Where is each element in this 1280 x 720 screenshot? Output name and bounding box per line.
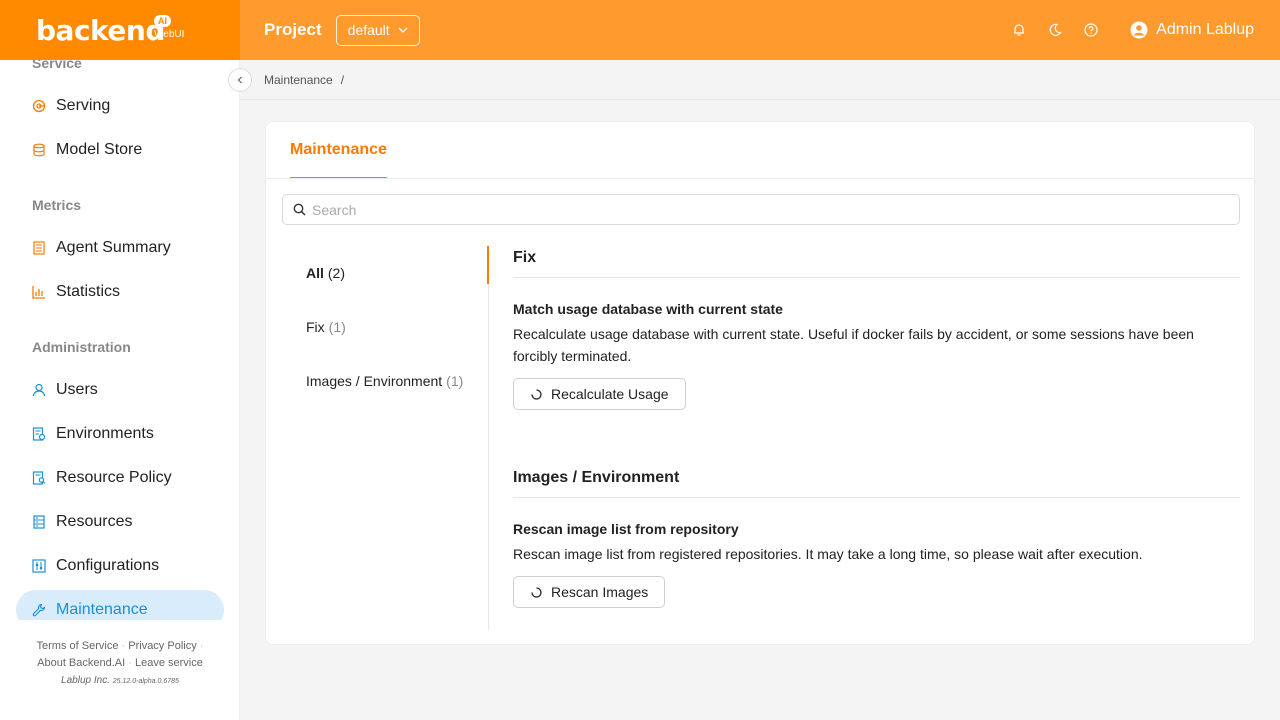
version-text: 25.12.0-alpha.0.6785	[112, 678, 179, 685]
filter-label: Images / Environment	[306, 373, 443, 389]
card-divider	[266, 178, 1254, 179]
sliders-icon	[32, 559, 46, 573]
sidebar-item-serving[interactable]: Serving	[16, 86, 224, 126]
user-avatar-icon	[1130, 21, 1148, 39]
logo-text: backend	[36, 13, 165, 47]
filter-count: (2)	[327, 265, 346, 281]
sidebar-item-label: Maintenance	[56, 601, 148, 618]
sidebar-item-label: Environments	[56, 425, 154, 442]
user-menu[interactable]: Admin Lablup	[1130, 21, 1254, 39]
filter-images-environment[interactable]: Images / Environment (1)	[306, 354, 488, 408]
button-label: Recalculate Usage	[551, 386, 669, 402]
filter-label: All	[306, 265, 324, 281]
recalculate-usage-button[interactable]: Recalculate Usage	[513, 378, 686, 410]
button-label: Rescan Images	[551, 584, 649, 600]
search-icon	[293, 203, 306, 216]
filter-count: (1)	[446, 373, 464, 389]
sidebar-item-model-store[interactable]: Model Store	[16, 130, 224, 170]
sidebar-item-label: Serving	[56, 97, 111, 114]
bar-chart-icon	[32, 286, 45, 299]
sidebar-item-resource-policy[interactable]: Resource Policy	[16, 458, 224, 498]
help-icon[interactable]	[1084, 23, 1098, 37]
group-images-environment: Images / Environment Rescan image list f…	[513, 466, 1240, 608]
sidebar-item-label: Resources	[56, 513, 133, 530]
privacy-link[interactable]: Privacy Policy	[128, 640, 196, 652]
wrench-icon	[32, 603, 46, 617]
group-title: Fix	[513, 246, 1240, 278]
section-metrics: Metrics	[32, 197, 82, 213]
item-description: Rescan image list from registered reposi…	[513, 546, 1143, 562]
resource-policy-icon	[32, 471, 46, 485]
group-title: Images / Environment	[513, 466, 1240, 498]
user-name: Admin Lablup	[1156, 21, 1254, 38]
section-administration: Administration	[32, 339, 131, 355]
sidebar-item-resources[interactable]: Resources	[16, 502, 224, 542]
sidebar-item-label: Model Store	[56, 141, 143, 158]
sidebar-item-environments[interactable]: Environments	[16, 414, 224, 454]
rescan-images-button[interactable]: Rescan Images	[513, 576, 666, 608]
reload-icon	[531, 388, 542, 400]
user-icon	[32, 383, 46, 397]
logo[interactable]: backend AI WebUI	[0, 0, 240, 60]
sidebar-item-label: Configurations	[56, 557, 160, 574]
moon-icon[interactable]	[1048, 23, 1062, 37]
environments-icon	[32, 427, 46, 441]
project-select[interactable]: default	[335, 14, 420, 46]
sidebar-item-label: Resource Policy	[56, 469, 172, 486]
bell-icon[interactable]	[1012, 23, 1026, 37]
sidebar-item-label: Users	[56, 381, 98, 398]
maintenance-card: Maintenance All (2) Fix (1) Images / Env…	[265, 121, 1255, 645]
sidebar-footer: Terms of Service · Privacy Policy · Abou…	[36, 640, 204, 686]
filter-divider	[488, 246, 489, 630]
section-service: Service	[32, 60, 82, 71]
search-box[interactable]	[282, 194, 1240, 225]
group-fix: Fix Match usage database with current st…	[513, 246, 1240, 410]
sidebar-item-statistics[interactable]: Statistics	[16, 272, 224, 312]
database-icon	[33, 143, 45, 157]
search-input[interactable]	[312, 201, 1212, 218]
sidebar-menu[interactable]: Service Serving Model Store Metrics Agen…	[0, 60, 240, 620]
chevron-down-icon	[398, 27, 408, 33]
breadcrumb: Maintenance /	[240, 60, 1280, 100]
chevron-left-icon	[237, 76, 242, 84]
filter-all[interactable]: All (2)	[306, 246, 488, 300]
header-actions: Admin Lablup	[1012, 0, 1254, 60]
reload-icon	[531, 586, 542, 598]
sidebar-collapse-button[interactable]	[228, 68, 252, 92]
filter-fix[interactable]: Fix (1)	[306, 300, 488, 354]
terms-link[interactable]: Terms of Service	[37, 640, 119, 652]
sidebar-item-label: Statistics	[56, 283, 121, 300]
filter-count: (1)	[328, 319, 346, 335]
sidebar: Service Serving Model Store Metrics Agen…	[0, 60, 240, 720]
logo-subtitle: WebUI	[154, 29, 185, 40]
breadcrumb-separator: /	[340, 72, 345, 87]
sidebar-item-label: Agent Summary	[56, 239, 171, 256]
project-label: Project	[264, 20, 322, 39]
about-link[interactable]: About Backend.AI	[37, 657, 125, 669]
maintenance-content: Fix Match usage database with current st…	[513, 246, 1240, 608]
filter-label: Fix	[306, 319, 325, 335]
server-icon	[33, 515, 45, 529]
item-title: Rescan image list from repository	[513, 521, 739, 537]
item-title: Match usage database with current state	[513, 301, 783, 317]
sidebar-item-configurations[interactable]: Configurations	[16, 546, 224, 586]
item-description: Recalculate usage database with current …	[513, 326, 1194, 364]
agent-summary-icon	[33, 241, 45, 255]
sidebar-item-users[interactable]: Users	[16, 370, 224, 410]
sidebar-item-agent-summary[interactable]: Agent Summary	[16, 228, 224, 268]
breadcrumb-item[interactable]: Maintenance	[264, 73, 333, 87]
sidebar-item-maintenance[interactable]: Maintenance	[16, 590, 224, 620]
top-header: backend AI WebUI Project default Admin L…	[0, 0, 1280, 60]
leave-service-link[interactable]: Leave service	[135, 657, 203, 669]
filter-active-indicator	[487, 246, 489, 284]
category-filter-list: All (2) Fix (1) Images / Environment (1)	[306, 246, 488, 408]
company-name: Lablup Inc.	[61, 675, 110, 686]
serving-icon	[32, 99, 46, 113]
logo-badge: AI	[154, 15, 171, 27]
project-select-value: default	[347, 22, 390, 38]
tab-maintenance[interactable]: Maintenance	[290, 122, 387, 179]
